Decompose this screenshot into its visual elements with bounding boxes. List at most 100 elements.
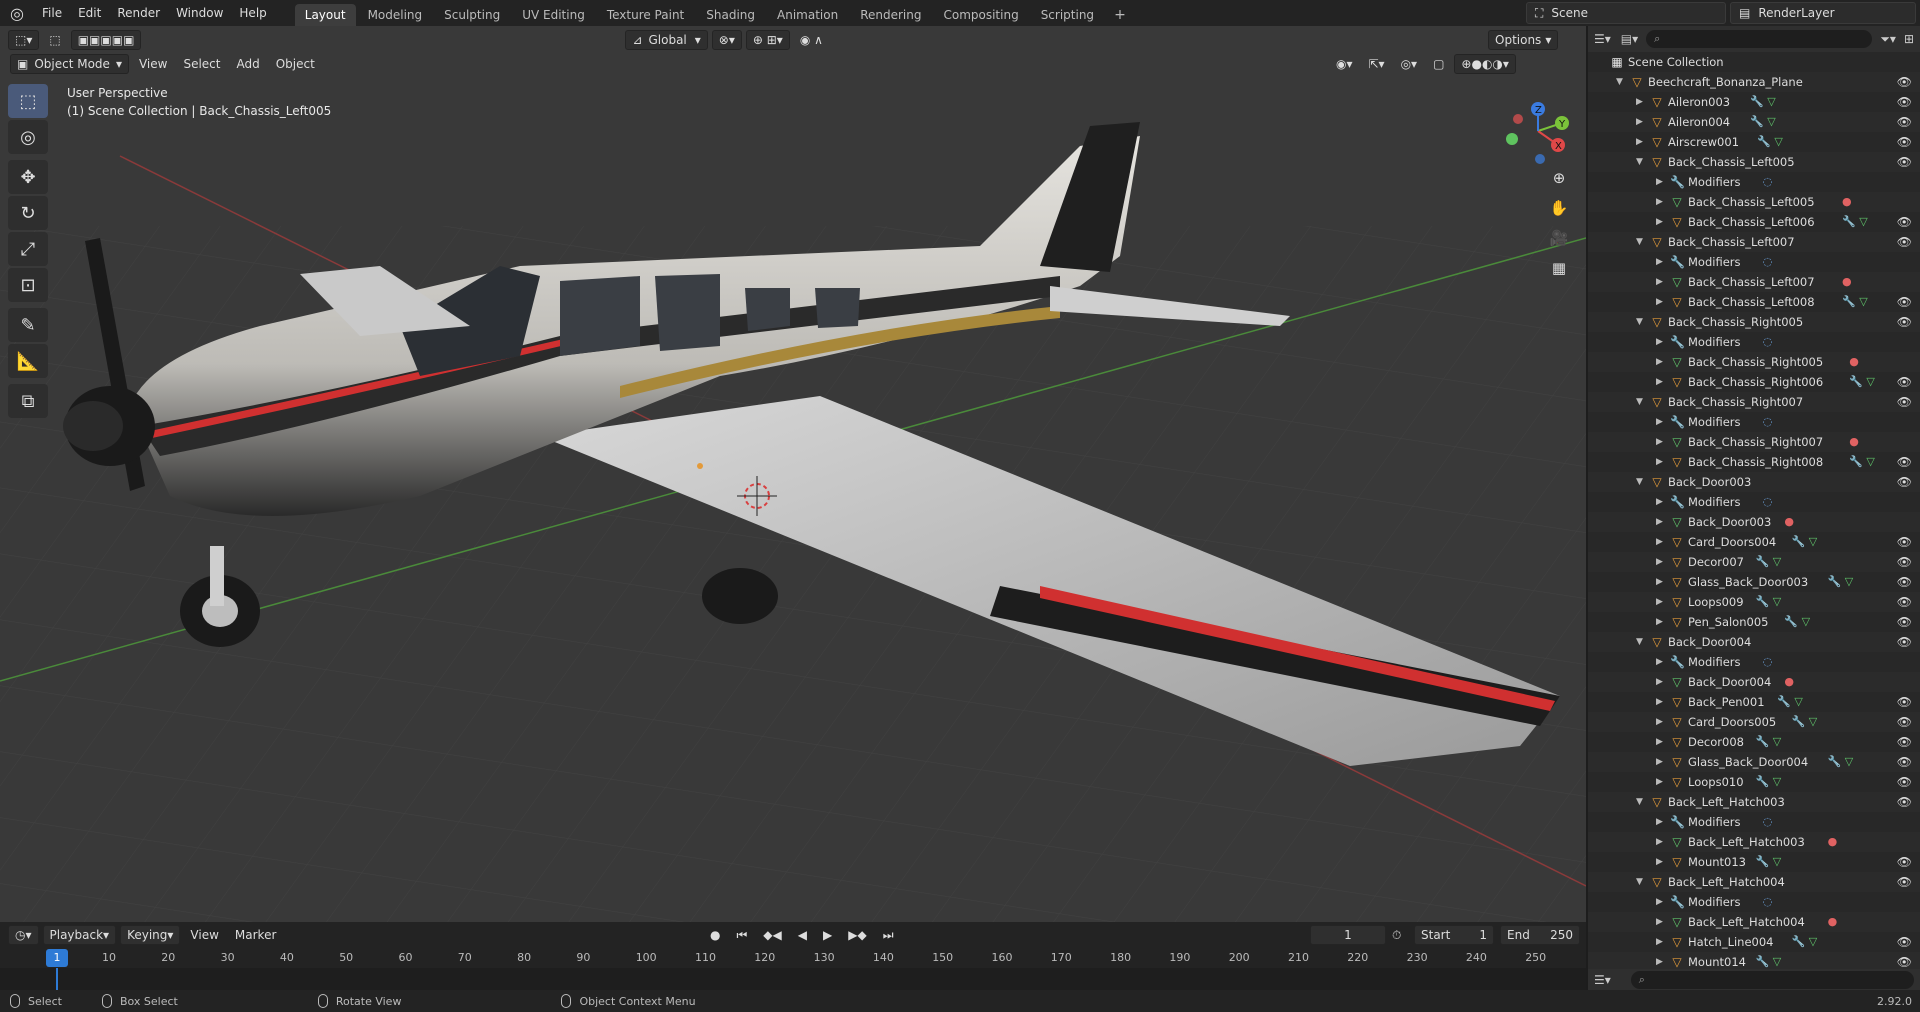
modifier-mesh-icons[interactable]: 🔧 ▽	[1792, 712, 1818, 732]
tab-uv-editing[interactable]: UV Editing	[512, 4, 595, 26]
playhead-frame-indicator[interactable]: 1	[46, 949, 68, 967]
modifier-stack-icon[interactable]: ◌	[1763, 812, 1773, 832]
outliner-row[interactable]: ▶ 🔧 Modifiers ◌	[1588, 892, 1920, 912]
outliner-row[interactable]: ▶ ▽ Loops009 🔧 ▽ 👁	[1588, 592, 1920, 612]
visibility-eye-icon[interactable]: 👁	[1897, 572, 1912, 592]
outliner-row[interactable]: ▶ ▽ Back_Chassis_Right005 ●	[1588, 352, 1920, 372]
expand-arrow-icon[interactable]: ▶	[1656, 692, 1666, 712]
expand-arrow-icon[interactable]: ▶	[1656, 652, 1666, 672]
expand-arrow-icon[interactable]: ▶	[1656, 952, 1666, 969]
expand-arrow-icon[interactable]: ▶	[1656, 572, 1666, 592]
collapse-arrow-icon[interactable]: ▼	[1636, 872, 1646, 892]
tool-rotate[interactable]: ↻	[8, 196, 48, 230]
visibility-eye-icon[interactable]: 👁	[1897, 872, 1912, 892]
tab-modeling[interactable]: Modeling	[358, 4, 433, 26]
visibility-eye-icon[interactable]: 👁	[1897, 472, 1912, 492]
expand-arrow-icon[interactable]: ▶	[1636, 112, 1646, 132]
prev-keyframe-icon[interactable]: ◆◀	[757, 925, 787, 945]
outliner-row[interactable]: ▶ 🔧 Modifiers ◌	[1588, 412, 1920, 432]
tool-annotate[interactable]: ✎	[8, 308, 48, 342]
visibility-eye-icon[interactable]: 👁	[1897, 592, 1912, 612]
expand-arrow-icon[interactable]: ▶	[1656, 352, 1666, 372]
preview-range-icon[interactable]: ⏱	[1392, 928, 1401, 943]
transform-orientation-dropdown[interactable]: ⊿ Global ▾	[625, 30, 708, 50]
expand-arrow-icon[interactable]: ▶	[1656, 192, 1666, 212]
modifier-mesh-icons[interactable]: 🔧 ▽	[1756, 592, 1782, 612]
properties-editor-icon[interactable]: ☰▾	[1594, 973, 1611, 987]
start-frame-field[interactable]: Start 1	[1414, 925, 1494, 945]
xray-toggle-icon[interactable]: ▢	[1427, 54, 1450, 74]
outliner-row[interactable]: ▶ ▽ Back_Pen001 🔧 ▽ 👁	[1588, 692, 1920, 712]
visibility-eye-icon[interactable]: 👁	[1897, 772, 1912, 792]
timeline-editor-icon[interactable]: ◷▾	[8, 925, 39, 945]
tab-layout[interactable]: Layout	[294, 4, 356, 26]
visibility-eye-icon[interactable]: 👁	[1897, 452, 1912, 472]
expand-arrow-icon[interactable]: ▶	[1656, 612, 1666, 632]
expand-arrow-icon[interactable]: ▶	[1656, 752, 1666, 772]
expand-arrow-icon[interactable]: ▶	[1656, 712, 1666, 732]
outliner-row[interactable]: ▶ 🔧 Modifiers ◌	[1588, 492, 1920, 512]
expand-arrow-icon[interactable]: ▶	[1656, 912, 1666, 932]
collapse-arrow-icon[interactable]: ▼	[1636, 232, 1646, 252]
filter-icon[interactable]: ⏷▾	[1880, 32, 1896, 47]
outliner-row[interactable]: ▼ ▽ Beechcraft_Bonanza_Plane 👁	[1588, 72, 1920, 92]
outliner-row[interactable]: ▼ ▽ Back_Door004 👁	[1588, 632, 1920, 652]
modifier-mesh-icons[interactable]: 🔧 ▽	[1849, 452, 1875, 472]
expand-arrow-icon[interactable]: ▶	[1656, 172, 1666, 192]
modifier-mesh-icons[interactable]: 🔧 ▽	[1750, 92, 1776, 112]
overlay-toggle-icon[interactable]: ◎▾	[1395, 54, 1424, 74]
tab-sculpting[interactable]: Sculpting	[434, 4, 510, 26]
outliner-row[interactable]: ▼ ▽ Back_Chassis_Left007 👁	[1588, 232, 1920, 252]
viewport-menu-add[interactable]: Add	[230, 54, 265, 74]
visibility-eye-icon[interactable]: 👁	[1897, 732, 1912, 752]
tool-measure[interactable]: 📐	[8, 344, 48, 378]
tool-move[interactable]: ✥	[8, 160, 48, 194]
visibility-eye-icon[interactable]: 👁	[1897, 112, 1912, 132]
tab-rendering[interactable]: Rendering	[850, 4, 931, 26]
outliner-row[interactable]: ▶ ▽ Back_Door003 ●	[1588, 512, 1920, 532]
modifier-mesh-icons[interactable]: 🔧 ▽	[1756, 732, 1782, 752]
zoom-icon[interactable]: ⊕	[1545, 164, 1573, 192]
collapse-arrow-icon[interactable]: ▼	[1636, 472, 1646, 492]
snap-button[interactable]: ⊕ ⊞▾	[745, 30, 790, 50]
visibility-eye-icon[interactable]: 👁	[1897, 792, 1912, 812]
modifier-stack-icon[interactable]: ◌	[1763, 492, 1773, 512]
outliner-row[interactable]: ▶ 🔧 Modifiers ◌	[1588, 332, 1920, 352]
outliner-row[interactable]: ▶ ▽ Mount013 🔧 ▽ 👁	[1588, 852, 1920, 872]
outliner-row[interactable]: ▶ ▽ Back_Door004 ●	[1588, 672, 1920, 692]
viewport-menu-view[interactable]: View	[133, 54, 173, 74]
outliner-row[interactable]: ▶ 🔧 Modifiers ◌	[1588, 252, 1920, 272]
modifier-mesh-icons[interactable]: 🔧 ▽	[1750, 112, 1776, 132]
expand-arrow-icon[interactable]: ▶	[1656, 592, 1666, 612]
outliner-editor-icon[interactable]: ☰▾	[1594, 32, 1611, 46]
menu-edit[interactable]: Edit	[70, 0, 109, 26]
visibility-eye-icon[interactable]: 👁	[1897, 952, 1912, 969]
outliner-row[interactable]: ▶ ▽ Card_Doors005 🔧 ▽ 👁	[1588, 712, 1920, 732]
modifier-mesh-icons[interactable]: 🔧 ▽	[1849, 372, 1875, 392]
outliner-row[interactable]: ▶ ▽ Back_Chassis_Left006 🔧 ▽ 👁	[1588, 212, 1920, 232]
visibility-eye-icon[interactable]: 👁	[1897, 852, 1912, 872]
material-icon[interactable]: ●	[1828, 912, 1838, 932]
add-workspace-icon[interactable]: +	[1106, 4, 1134, 26]
visibility-eye-icon[interactable]: 👁	[1897, 532, 1912, 552]
visibility-eye-icon[interactable]: 👁	[1897, 212, 1912, 232]
outliner-row[interactable]: ▼ ▽ Back_Door003 👁	[1588, 472, 1920, 492]
timeline-tracks[interactable]	[0, 968, 1586, 990]
timeline-menu-view[interactable]: View	[184, 925, 224, 945]
tab-texture-paint[interactable]: Texture Paint	[597, 4, 694, 26]
material-icon[interactable]: ●	[1784, 672, 1794, 692]
blender-logo-icon[interactable]: ◎	[0, 0, 34, 26]
outliner-row[interactable]: ▶ 🔧 Modifiers ◌	[1588, 652, 1920, 672]
modifier-mesh-icons[interactable]: 🔧 ▽	[1756, 552, 1782, 572]
expand-arrow-icon[interactable]: ▶	[1656, 272, 1666, 292]
visibility-eye-icon[interactable]: 👁	[1897, 292, 1912, 312]
material-icon[interactable]: ●	[1849, 432, 1859, 452]
jump-start-icon[interactable]: ⏮	[730, 925, 753, 945]
collapse-arrow-icon[interactable]: ▼	[1636, 632, 1646, 652]
visibility-eye-icon[interactable]: 👁	[1897, 932, 1912, 952]
outliner-row[interactable]: ▶ ▽ Decor008 🔧 ▽ 👁	[1588, 732, 1920, 752]
outliner-row[interactable]: ▼ ▽ Back_Left_Hatch003 👁	[1588, 792, 1920, 812]
outliner-row[interactable]: ▶ ▽ Aileron003 🔧 ▽ 👁	[1588, 92, 1920, 112]
expand-arrow-icon[interactable]: ▶	[1656, 832, 1666, 852]
outliner-row[interactable]: ▶ ▽ Airscrew001 🔧 ▽ 👁	[1588, 132, 1920, 152]
